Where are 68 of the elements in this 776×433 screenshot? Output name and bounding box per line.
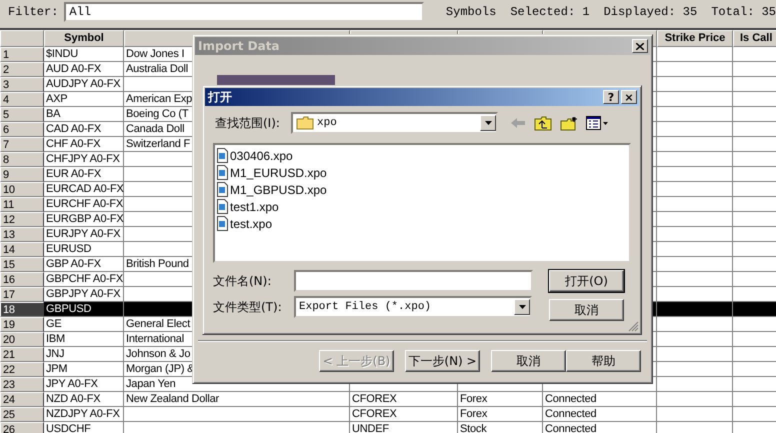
table-cell: UNDEF [350,422,458,433]
table-cell: CHFJPY A0-FX [44,152,124,167]
row-number: 25 [0,407,44,422]
table-cell: GBPJPY A0-FX [44,287,124,302]
row-number: 2 [0,62,44,77]
table-cell: AUD A0-FX [44,62,124,77]
table-cell: JPY A0-FX [44,377,124,392]
table-cell: $INDU [44,47,124,62]
table-cell: NZDJPY A0-FX [44,407,124,422]
row-number: 1 [0,47,44,62]
table-cell: Connected [543,422,657,433]
row-number: 17 [0,287,44,302]
row-number: 13 [0,227,44,242]
row-number: 9 [0,167,44,182]
row-number: 14 [0,242,44,257]
row-number: 10 [0,182,44,197]
row-number: 24 [0,392,44,407]
row-number: 3 [0,77,44,92]
table-cell: EURUSD [44,242,124,257]
table-cell: Forex [458,407,543,422]
row-number: 4 [0,92,44,107]
table-cell: JPM [44,362,124,377]
table-cell: CFOREX [350,407,458,422]
file-type-label: 文件类型(T): [213,298,283,316]
row-number: 26 [0,422,44,433]
row-number: 16 [0,272,44,287]
row-number: 18 [0,302,44,317]
table-cell: NZD A0-FX [44,392,124,407]
table-cell: BA [44,107,124,122]
row-number: 8 [0,152,44,167]
summary-text: Symbols [446,5,496,19]
summary-text: Selected: 1 [510,5,590,19]
table-cell: AXP [44,92,124,107]
table-cell: EUR A0-FX [44,167,124,182]
row-number: 22 [0,362,44,377]
row-number: 20 [0,332,44,347]
table-cell: GBP A0-FX [44,257,124,272]
table-cell: CAD A0-FX [44,122,124,137]
row-number: 7 [0,137,44,152]
row-number: 6 [0,122,44,137]
file-name-label: 文件名(N): [213,272,272,290]
row-number: 12 [0,212,44,227]
table-cell: EURJPY A0-FX [44,227,124,242]
row-number: 15 [0,257,44,272]
table-cell: EURCAD A0-FX [44,182,124,197]
table-cell: CFOREX [350,392,458,407]
table-cell: New Zealand Dollar [124,392,350,407]
table-cell: Connected [543,407,657,422]
table-cell: Stock [458,422,543,433]
summary-text: Total: 35 [711,5,776,19]
table-cell: Connected [543,392,657,407]
row-number: 23 [0,377,44,392]
table-cell: AUDJPY A0-FX [44,77,124,92]
table-cell: EURCHF A0-FX [44,197,124,212]
table-cell: GE [44,317,124,332]
row-number: 11 [0,197,44,212]
row-number: 5 [0,107,44,122]
table-cell: IBM [44,332,124,347]
table-cell: USDCHF [44,422,124,433]
table-cell: EURGBP A0-FX [44,212,124,227]
row-number: 21 [0,347,44,362]
table-cell: GBPCHF A0-FX [44,272,124,287]
row-number: 19 [0,317,44,332]
summary-text: Displayed: 35 [604,5,698,19]
table-cell: Forex [458,392,543,407]
table-cell: JNJ [44,347,124,362]
table-cell: CHF A0-FX [44,137,124,152]
filter-label: Filter: [8,5,58,19]
